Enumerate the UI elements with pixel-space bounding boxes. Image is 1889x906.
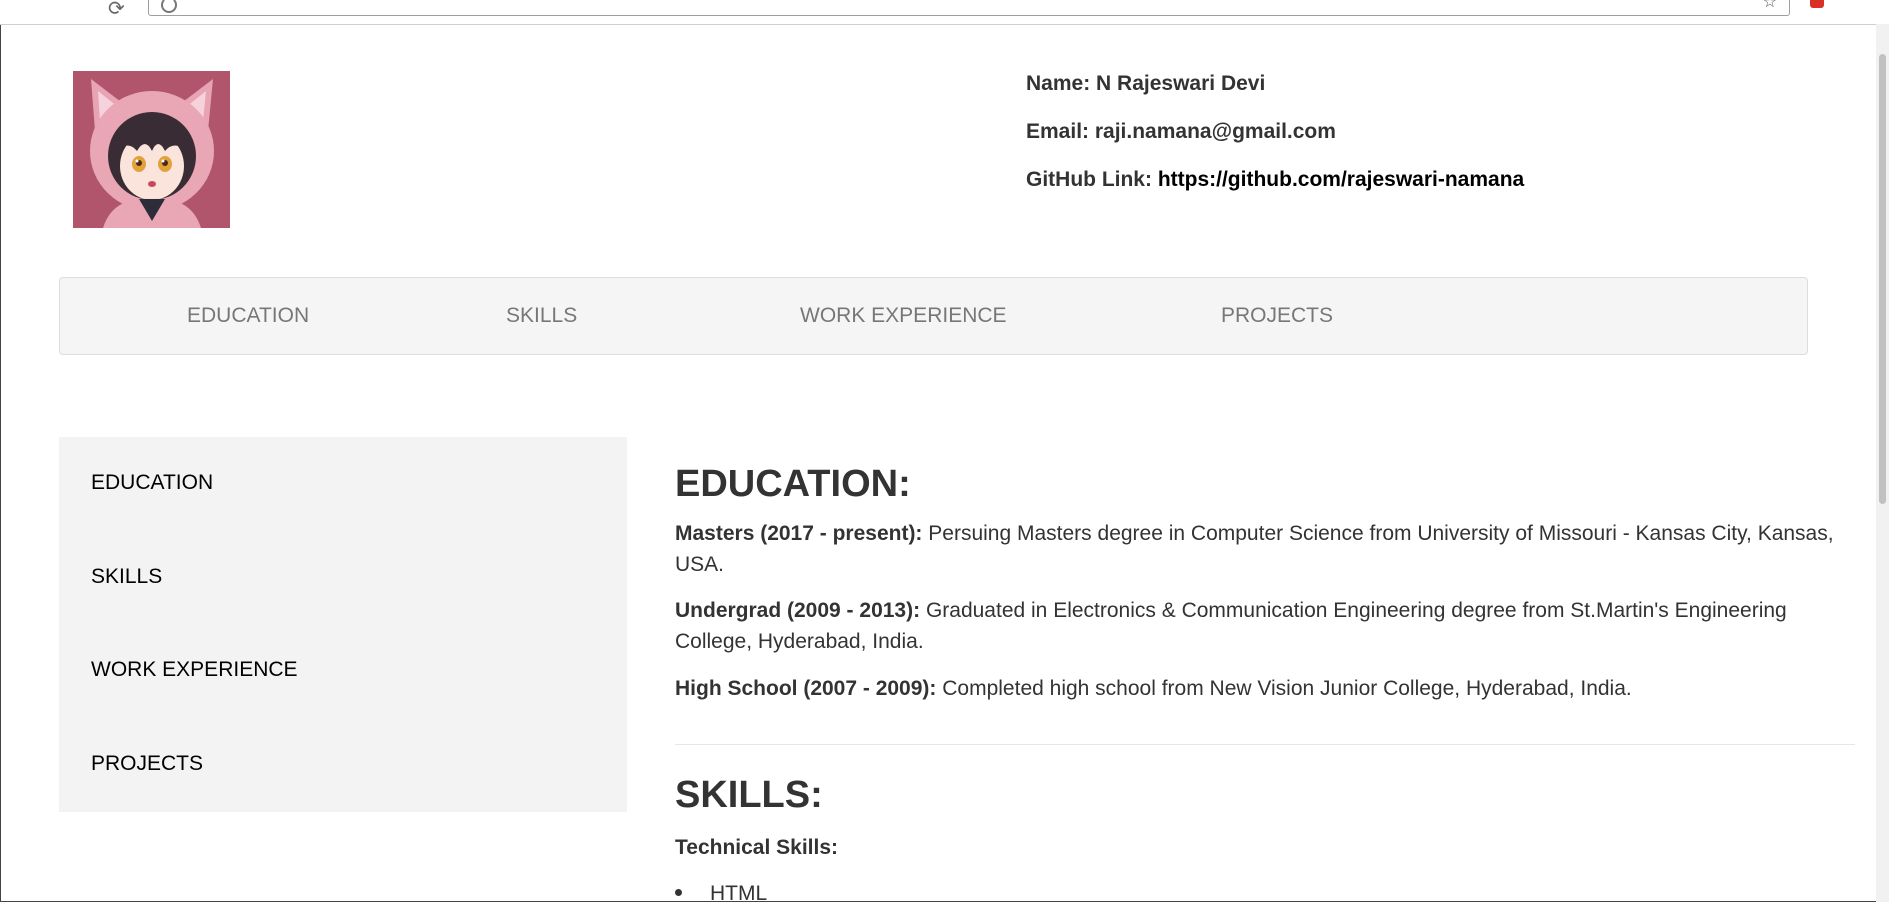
profile-name: Name: N Rajeswari Devi [1026,72,1524,96]
vertical-scrollbar[interactable] [1876,24,1889,902]
bookmark-star-icon[interactable]: ☆ [1763,0,1777,11]
undergrad-label: Undergrad (2009 - 2013): [675,599,921,622]
masters-label: Masters (2017 - present): [675,522,923,545]
topnav-skills[interactable]: SKILLS [506,278,577,354]
list-item: HTML [675,882,767,906]
skills-title: SKILLS: [675,774,823,816]
site-info-icon[interactable] [161,0,177,13]
bullet-icon [675,889,682,897]
education-section: EDUCATION: Masters (2017 - present): Per… [675,462,1855,704]
topnav-work-experience[interactable]: WORK EXPERIENCE [800,278,1007,354]
email-label: Email: [1026,120,1090,143]
top-navbar: EDUCATION SKILLS WORK EXPERIENCE PROJECT… [59,277,1808,355]
sidebar-item-work-experience[interactable]: WORK EXPERIENCE [91,658,298,682]
email-value: raji.namana@gmail.com [1094,120,1336,143]
topnav-projects[interactable]: PROJECTS [1221,278,1333,354]
github-link[interactable]: https://github.com/rajeswari-namana [1158,168,1524,191]
education-high-school: High School (2007 - 2009): Completed hig… [675,673,1855,704]
profile-github: GitHub Link: https://github.com/rajeswar… [1026,168,1524,192]
high-school-text: Completed high school from New Vision Ju… [942,677,1632,700]
education-undergrad: Undergrad (2009 - 2013): Graduated in El… [675,595,1855,657]
address-bar[interactable]: ☆ [148,0,1790,16]
browser-toolbar: ⟳ ☆ [0,0,1889,25]
anime-avatar-image [73,71,230,228]
name-value: N Rajeswari Devi [1096,72,1266,95]
section-divider [675,744,1855,745]
scrollbar-thumb[interactable] [1879,54,1886,504]
sidebar-nav: EDUCATION SKILLS WORK EXPERIENCE PROJECT… [59,437,627,812]
profile-info: Name: N Rajeswari Devi Email: raji.naman… [1026,72,1524,216]
name-label: Name: [1026,72,1091,95]
education-title: EDUCATION: [675,463,911,505]
profile-email: Email: raji.namana@gmail.com [1026,120,1524,144]
technical-skills-heading: Technical Skills: [675,836,839,859]
sidebar-item-education[interactable]: EDUCATION [91,471,213,495]
profile-avatar [73,71,230,228]
github-label: GitHub Link: [1026,168,1152,191]
reload-icon[interactable]: ⟳ [108,0,125,21]
topnav-education[interactable]: EDUCATION [187,278,309,354]
sidebar-item-projects[interactable]: PROJECTS [91,752,203,776]
sidebar-item-skills[interactable]: SKILLS [91,565,162,589]
extension-icon[interactable] [1810,0,1824,8]
education-masters: Masters (2017 - present): Persuing Maste… [675,518,1855,580]
high-school-label: High School (2007 - 2009): [675,677,937,700]
